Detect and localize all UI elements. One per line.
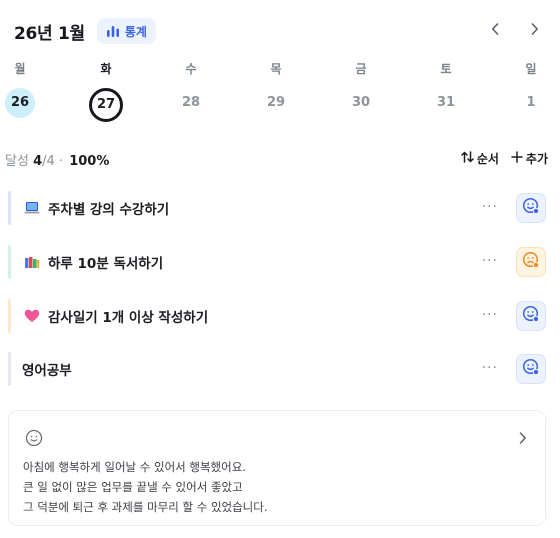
stats-label: 통계 [124, 24, 147, 39]
prev-week-button[interactable] [486, 16, 504, 42]
plus-icon [511, 151, 523, 166]
chevron-left-icon [491, 20, 499, 39]
more-options-button[interactable]: ··· [482, 360, 498, 376]
mood-button[interactable] [516, 193, 546, 223]
frown-icon [522, 251, 540, 273]
smile-icon [25, 429, 43, 451]
journal-card[interactable]: 아침에 행복하게 일어날 수 있어서 행복했어요. 큰 일 없이 많은 업무를 … [8, 410, 546, 526]
weekday-label: 수 [185, 62, 197, 76]
weekday-label: 토 [440, 62, 452, 76]
date-cell-today[interactable]: 27 [89, 88, 123, 122]
weekday-label: 금 [355, 62, 367, 76]
add-task-button[interactable]: 추가 [511, 150, 548, 167]
task-title: 주차별 강의 수강하기 [48, 202, 170, 218]
task-accent-bar [8, 191, 11, 225]
date-cell[interactable]: 1 [511, 88, 551, 118]
weekday-label: 화 [100, 62, 112, 76]
laptop-icon [24, 200, 40, 216]
calendar-header: 26년 1월 통계 [14, 16, 546, 46]
mood-button[interactable] [516, 301, 546, 331]
reorder-button[interactable]: 순서 [461, 150, 499, 167]
achievement-total: /4 [42, 154, 55, 169]
task-accent-bar [8, 352, 11, 386]
date-cell[interactable]: 29 [256, 88, 296, 118]
task-item[interactable]: 하루 10분 독서하기 ··· [8, 244, 546, 280]
task-item[interactable]: 감사일기 1개 이상 작성하기 ··· [8, 298, 546, 334]
chevron-right-icon [531, 20, 539, 39]
weekday-label: 일 [525, 62, 537, 76]
heart-icon [24, 308, 40, 324]
journal-text: 아침에 행복하게 일어날 수 있어서 행복했어요. 큰 일 없이 많은 업무를 … [23, 457, 531, 517]
smile-icon [522, 358, 540, 380]
achievement-label: 달성 [5, 154, 29, 169]
more-options-button[interactable]: ··· [482, 199, 498, 215]
mood-button[interactable] [516, 247, 546, 277]
date-cell[interactable]: 28 [171, 88, 211, 118]
task-item[interactable]: 영어공부 ··· [8, 351, 546, 387]
achievement-percent: 100% [69, 154, 110, 169]
weekday-label: 월 [14, 62, 26, 76]
reorder-label: 순서 [476, 152, 499, 166]
task-title: 감사일기 1개 이상 작성하기 [48, 310, 209, 326]
next-week-button[interactable] [526, 16, 544, 42]
chevron-right-icon[interactable] [519, 429, 527, 448]
more-options-button[interactable]: ··· [482, 307, 498, 323]
journal-line: 큰 일 없이 많은 업무를 끝낼 수 있어서 좋았고 [23, 480, 243, 494]
task-title: 하루 10분 독서하기 [48, 256, 164, 272]
achievement-summary: 달성 4/4 · 100% [5, 150, 109, 169]
achievement-separator: · [58, 154, 64, 169]
date-cell[interactable]: 31 [426, 88, 466, 118]
task-item[interactable]: 주차별 강의 수강하기 ··· [8, 190, 546, 226]
date-cell[interactable]: 30 [341, 88, 381, 118]
mood-button[interactable] [516, 354, 546, 384]
task-accent-bar [8, 299, 11, 333]
add-task-label: 추가 [525, 152, 548, 166]
sort-arrows-icon [461, 151, 474, 166]
month-title: 26년 1월 [14, 23, 85, 44]
task-title: 영어공부 [22, 363, 72, 379]
smile-icon [522, 197, 540, 219]
week-nav [486, 16, 544, 42]
task-accent-bar [8, 245, 11, 279]
date-cell-done[interactable]: 26 [5, 88, 35, 118]
date-row: 26 27 28 29 30 31 1 [0, 88, 560, 122]
list-actions: 순서 추가 [461, 150, 548, 167]
journal-line: 아침에 행복하게 일어날 수 있어서 행복했어요. [23, 460, 246, 474]
stats-button[interactable]: 통계 [96, 18, 156, 44]
weekday-label: 목 [270, 62, 282, 76]
achievement-done-count: 4 [33, 154, 43, 169]
bar-chart-icon [106, 24, 120, 38]
more-options-button[interactable]: ··· [482, 253, 498, 269]
books-icon [24, 254, 40, 270]
weekday-row: 월 화 수 목 금 토 일 [0, 60, 560, 76]
journal-line: 그 덕분에 퇴근 후 과제를 마무리 할 수 있었습니다. [23, 500, 268, 514]
smile-icon [522, 305, 540, 327]
